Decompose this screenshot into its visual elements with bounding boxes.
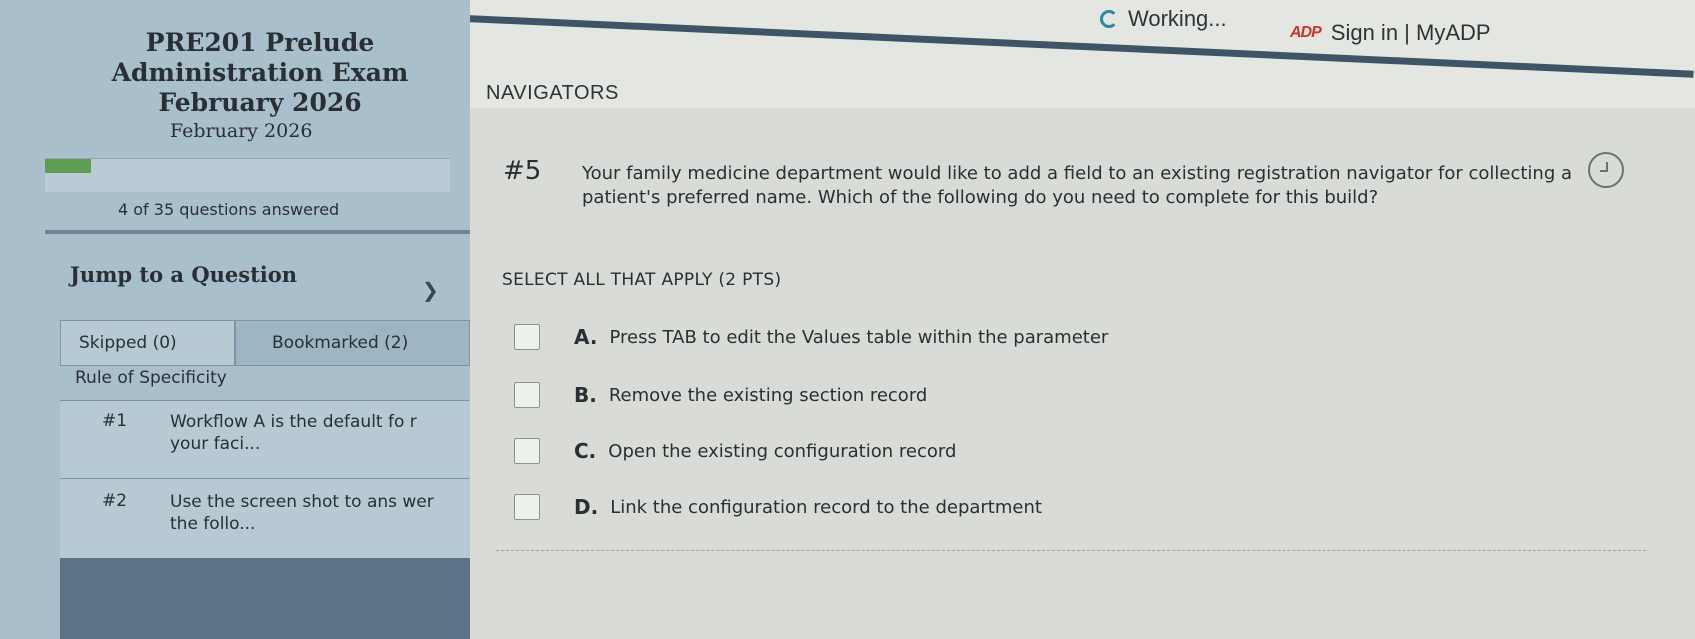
question-list-item[interactable]: #1 Workflow A is the default fo r your f… <box>60 400 470 478</box>
jump-to-question[interactable]: Jump to a Question <box>70 262 297 287</box>
question-preview: Use the screen shot to ans wer the follo… <box>170 492 434 534</box>
exam-title-line: Administration Exam <box>111 58 409 87</box>
option-label: Press TAB to edit the Values table withi… <box>609 326 1109 348</box>
option-letter: B. <box>574 383 597 407</box>
answer-option-a[interactable]: A. Press TAB to edit the Values table wi… <box>514 322 1108 352</box>
checkbox-icon[interactable] <box>514 324 540 350</box>
answer-option-d[interactable]: D. Link the configuration record to the … <box>514 492 1042 522</box>
answer-option-b[interactable]: B. Remove the existing section record <box>514 380 927 410</box>
exam-title-line: February 2026 <box>158 88 362 117</box>
checkbox-icon[interactable] <box>514 494 540 520</box>
signin-label: Sign in | MyADP <box>1330 20 1491 45</box>
question-group-label: Rule of Specificity <box>75 368 227 388</box>
option-letter: C. <box>574 439 597 463</box>
section-title: NAVIGATORS <box>486 82 619 104</box>
progress-text: 4 of 35 questions answered <box>118 200 340 219</box>
option-letter: D. <box>574 495 599 519</box>
checkbox-icon[interactable] <box>514 438 540 464</box>
sidebar-divider <box>45 230 470 234</box>
jump-label: Jump to a Question <box>70 262 298 287</box>
exam-title-line: PRE201 Prelude <box>145 28 375 57</box>
loading-spinner-icon <box>1100 10 1118 28</box>
progress-bar <box>45 158 450 192</box>
question-instruction: SELECT ALL THAT APPLY (2 PTS) <box>502 270 782 290</box>
answer-option-c[interactable]: C. Open the existing configuration recor… <box>514 436 956 466</box>
option-label: Remove the existing section record <box>608 384 928 406</box>
question-preview: Workflow A is the default fo r your faci… <box>170 412 417 454</box>
question-number: #5 <box>503 156 542 186</box>
tab-skipped[interactable]: Skipped (0) <box>60 320 235 366</box>
option-label: Open the existing configuration record <box>608 440 957 462</box>
checkbox-icon[interactable] <box>514 382 540 408</box>
question-text: Your family medicine department would li… <box>582 163 1573 208</box>
exam-title: PRE201 Prelude Administration Exam Febru… <box>80 28 440 118</box>
question-panel: NAVIGATORS #5 Your family medicine depar… <box>470 60 1695 639</box>
exam-sidebar: PRE201 Prelude Administration Exam Febru… <box>0 0 470 639</box>
working-label: Working... <box>1128 6 1227 31</box>
signin-tab[interactable]: ADP Sign in | MyADP <box>1290 20 1491 46</box>
progress-bar-fill <box>45 159 92 173</box>
sidebar-footer <box>60 558 470 639</box>
chevron-right-icon[interactable]: ❯ <box>422 278 439 302</box>
option-letter: A. <box>574 325 598 349</box>
content-divider <box>496 550 1646 551</box>
adp-logo: ADP <box>1290 24 1322 41</box>
filter-tabs: Skipped (0) Bookmarked (2) <box>60 320 470 366</box>
tab-skipped-label: Skipped (0) <box>79 333 177 353</box>
tab-bookmarked-label: Bookmarked (2) <box>272 333 409 353</box>
question-number: #1 <box>102 411 128 431</box>
option-label: Link the configuration record to the dep… <box>610 496 1042 518</box>
exam-subtitle: February 2026 <box>170 120 313 142</box>
question-list-item[interactable]: #2 Use the screen shot to ans wer the fo… <box>60 478 470 558</box>
working-tab[interactable]: Working... <box>1100 6 1227 32</box>
tab-bookmarked[interactable]: Bookmarked (2) <box>235 320 470 366</box>
question-number: #2 <box>102 491 128 511</box>
